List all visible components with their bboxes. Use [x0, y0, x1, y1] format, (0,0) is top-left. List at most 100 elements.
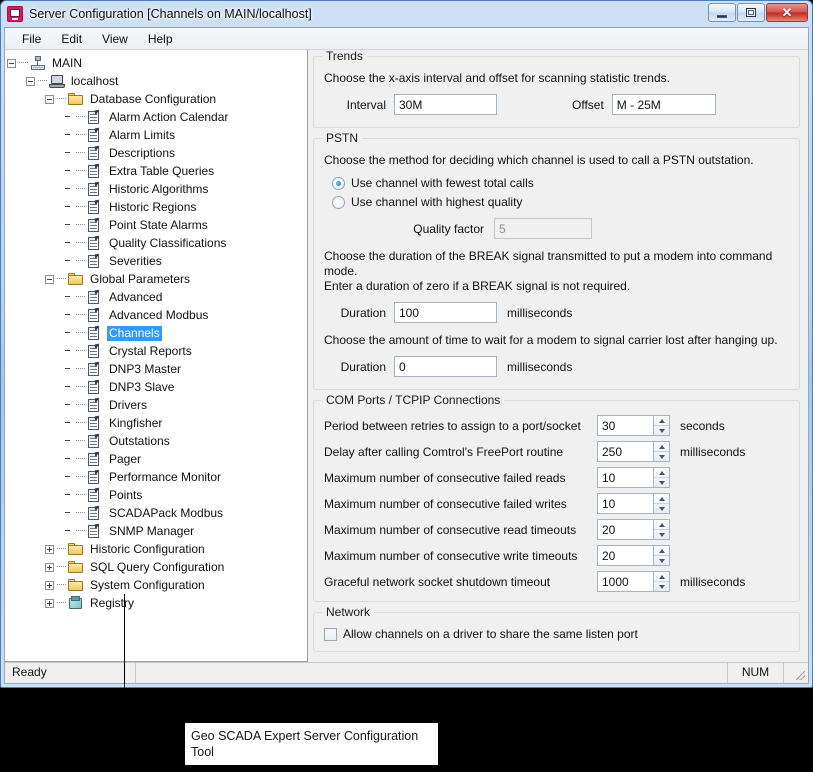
expand-icon[interactable] [45, 545, 54, 554]
com-port-spinner[interactable] [597, 467, 670, 488]
tree-item-pager[interactable]: Pager [7, 450, 307, 468]
tree-item-dnp3-slave[interactable]: DNP3 Slave [7, 378, 307, 396]
tree-item-extra-table-queries[interactable]: Extra Table Queries [7, 162, 307, 180]
document-icon [87, 524, 103, 539]
interval-input[interactable] [394, 94, 497, 115]
close-button[interactable]: ✕ [766, 3, 808, 22]
quality-factor-input[interactable] [494, 218, 592, 239]
folder-icon [68, 542, 84, 557]
com-port-spinner[interactable] [597, 571, 670, 592]
com-port-spinner-input[interactable] [597, 571, 653, 592]
allow-shared-listen-port-checkbox[interactable]: Allow channels on a driver to share the … [324, 627, 789, 641]
cursor-glyph [95, 109, 101, 115]
tree-item-advanced[interactable]: Advanced [7, 288, 307, 306]
close-icon: ✕ [782, 6, 793, 19]
tree-item-historic-algorithms[interactable]: Historic Algorithms [7, 180, 307, 198]
com-port-spinner-input[interactable] [597, 441, 653, 462]
tree-item-database-configuration[interactable]: Database Configuration [7, 90, 307, 108]
tree-item-channels[interactable]: Channels [7, 324, 307, 342]
spinner-up-button[interactable] [654, 520, 669, 529]
collapse-icon[interactable] [45, 275, 54, 284]
tree-indent [7, 252, 64, 270]
menu-file[interactable]: File [13, 30, 50, 48]
spinner-down-button[interactable] [654, 529, 669, 539]
tree-item-main[interactable]: MAIN [7, 54, 307, 72]
tree-item-kingfisher[interactable]: Kingfisher [7, 414, 307, 432]
configuration-tree-pane[interactable]: MAINlocalhostDatabase ConfigurationAlarm… [5, 50, 308, 662]
tree-item-scadapack-modbus[interactable]: SCADAPack Modbus [7, 504, 307, 522]
com-port-spinner[interactable] [597, 441, 670, 462]
collapse-icon[interactable] [45, 95, 54, 104]
tree-item-quality-classifications[interactable]: Quality Classifications [7, 234, 307, 252]
tree-item-drivers[interactable]: Drivers [7, 396, 307, 414]
status-num-indicator: NUM [728, 663, 784, 683]
spinner-down-button[interactable] [654, 581, 669, 591]
com-port-spinner[interactable] [597, 545, 670, 566]
tree-item-points[interactable]: Points [7, 486, 307, 504]
com-port-spinner[interactable] [597, 493, 670, 514]
tree-item-registry[interactable]: Registry [7, 594, 307, 612]
expand-icon[interactable] [45, 599, 54, 608]
com-port-spinner-input[interactable] [597, 545, 653, 566]
tree-item-crystal-reports[interactable]: Crystal Reports [7, 342, 307, 360]
com-port-spinner-input[interactable] [597, 493, 653, 514]
tree-item-dnp3-master[interactable]: DNP3 Master [7, 360, 307, 378]
menu-help[interactable]: Help [139, 30, 182, 48]
tree-item-sql-query-configuration[interactable]: SQL Query Configuration [7, 558, 307, 576]
resize-grip-icon[interactable] [784, 663, 808, 683]
com-port-spinner[interactable] [597, 519, 670, 540]
tree-item-severities[interactable]: Severities [7, 252, 307, 270]
break-duration-input[interactable] [394, 302, 497, 323]
spinner-up-button[interactable] [654, 468, 669, 477]
computer-icon [49, 74, 65, 89]
expand-icon[interactable] [45, 563, 54, 572]
tree-item-localhost[interactable]: localhost [7, 72, 307, 90]
spinner-up-button[interactable] [654, 572, 669, 581]
tree-item-snmp-manager[interactable]: SNMP Manager [7, 522, 307, 540]
spinner-up-button[interactable] [654, 416, 669, 425]
carrier-duration-unit: milliseconds [507, 360, 572, 374]
spinner-buttons [653, 467, 670, 488]
tree-item-descriptions[interactable]: Descriptions [7, 144, 307, 162]
menu-edit[interactable]: Edit [52, 30, 91, 48]
tree-item-global-parameters[interactable]: Global Parameters [7, 270, 307, 288]
radio-highest-quality[interactable]: Use channel with highest quality [332, 195, 789, 209]
cursor-glyph [95, 217, 101, 223]
spinner-down-button[interactable] [654, 555, 669, 565]
offset-input[interactable] [612, 94, 716, 115]
collapse-icon[interactable] [26, 77, 35, 86]
tree-item-advanced-modbus[interactable]: Advanced Modbus [7, 306, 307, 324]
spinner-up-button[interactable] [654, 546, 669, 555]
spinner-up-button[interactable] [654, 494, 669, 503]
tree-item-system-configuration[interactable]: System Configuration [7, 576, 307, 594]
tree-item-historic-regions[interactable]: Historic Regions [7, 198, 307, 216]
minimize-button[interactable] [708, 3, 736, 22]
tree-item-label: Outstations [107, 434, 172, 449]
checkbox-indicator [324, 628, 337, 641]
maximize-button[interactable] [737, 3, 765, 22]
com-port-spinner-input[interactable] [597, 467, 653, 488]
spinner-down-button[interactable] [654, 451, 669, 461]
spinner-down-button[interactable] [654, 503, 669, 513]
menu-view[interactable]: View [93, 30, 137, 48]
spinner-up-button[interactable] [654, 442, 669, 451]
tree-item-label: SNMP Manager [107, 524, 196, 539]
tree-item-alarm-action-calendar[interactable]: Alarm Action Calendar [7, 108, 307, 126]
tree-item-performance-monitor[interactable]: Performance Monitor [7, 468, 307, 486]
tree-connector [64, 203, 73, 212]
com-port-spinner[interactable] [597, 415, 670, 436]
tree-item-alarm-limits[interactable]: Alarm Limits [7, 126, 307, 144]
tree-item-point-state-alarms[interactable]: Point State Alarms [7, 216, 307, 234]
radio-fewest-total-calls[interactable]: Use channel with fewest total calls [332, 176, 789, 190]
collapse-icon[interactable] [7, 59, 16, 68]
com-port-spinner-input[interactable] [597, 415, 653, 436]
spinner-down-button[interactable] [654, 425, 669, 435]
tree-item-outstations[interactable]: Outstations [7, 432, 307, 450]
carrier-duration-input[interactable] [394, 356, 497, 377]
tree-connector [64, 149, 73, 158]
com-port-spinner-input[interactable] [597, 519, 653, 540]
expand-icon[interactable] [45, 581, 54, 590]
spinner-down-button[interactable] [654, 477, 669, 487]
tree-item-historic-configuration[interactable]: Historic Configuration [7, 540, 307, 558]
document-icon [87, 488, 103, 503]
